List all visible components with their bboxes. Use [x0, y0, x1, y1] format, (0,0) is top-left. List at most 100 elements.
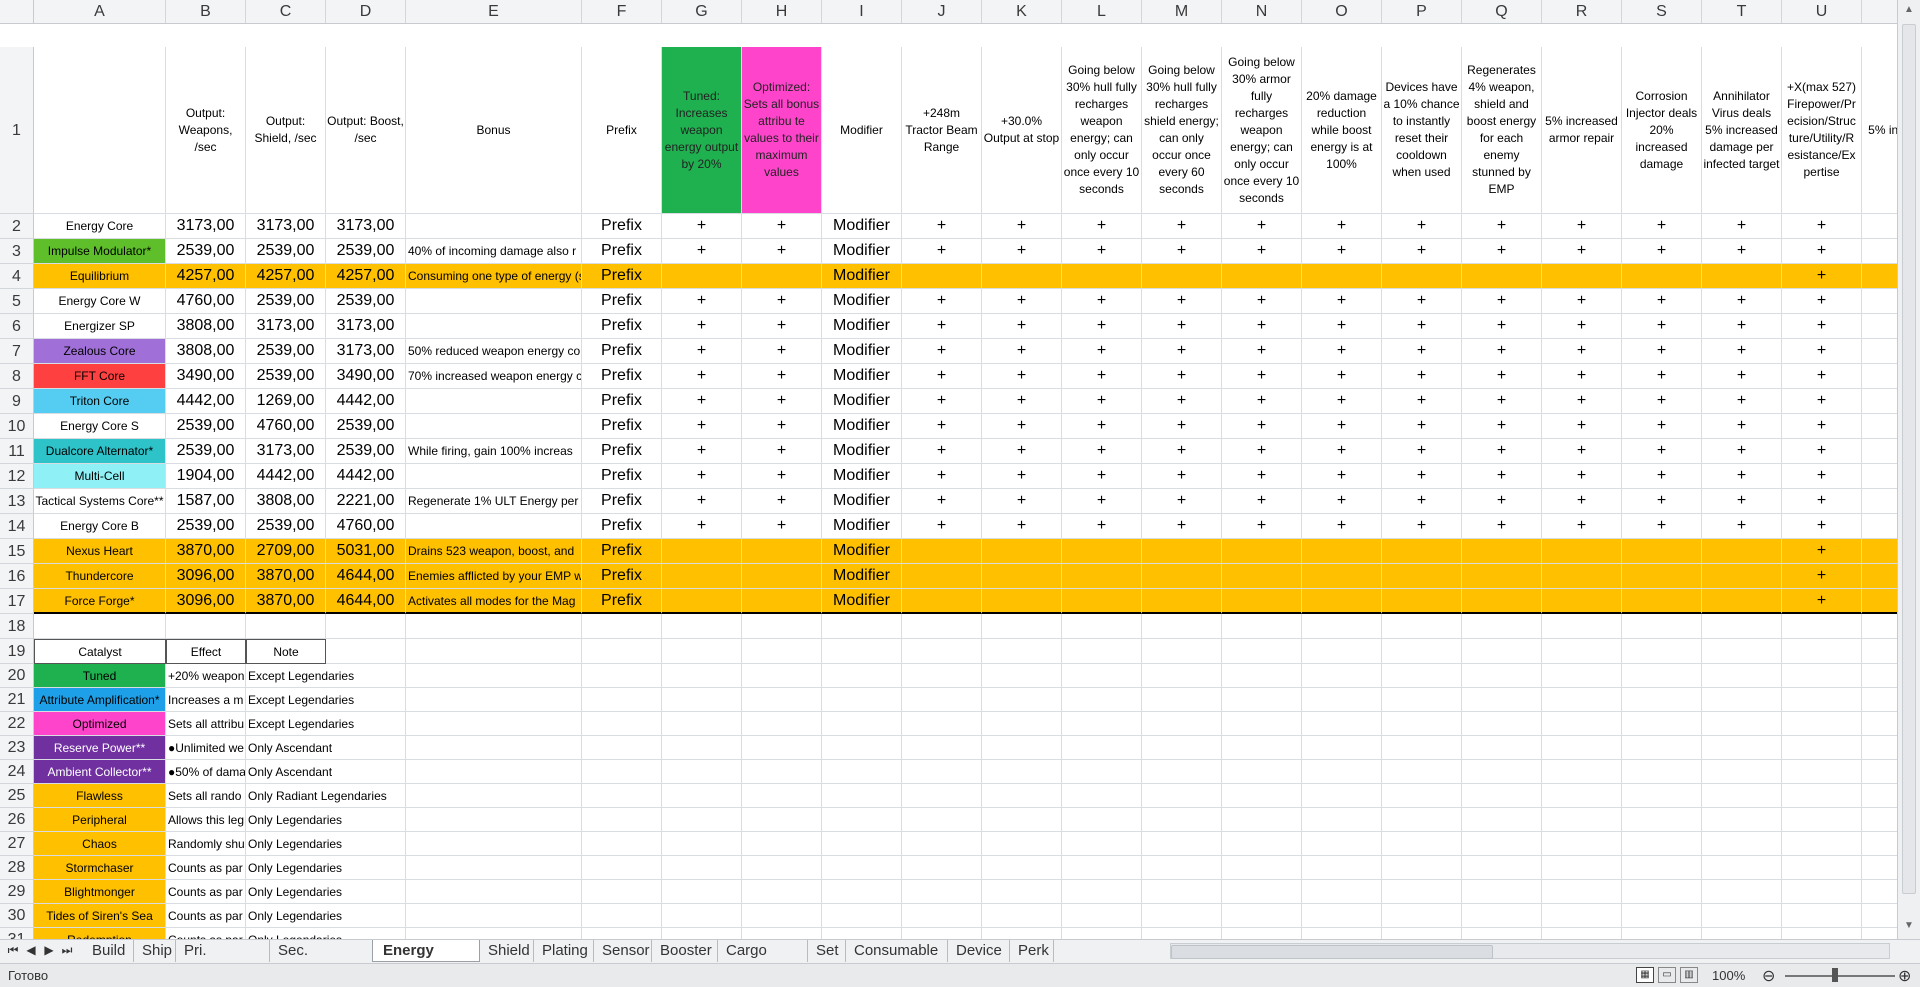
plus-cell[interactable]	[1222, 589, 1302, 614]
plus-cell[interactable]: +	[1382, 439, 1462, 464]
plus-cell[interactable]	[1542, 264, 1622, 289]
empty-cell[interactable]	[1782, 712, 1862, 736]
plus-cell[interactable]: +	[1782, 314, 1862, 339]
plus-cell[interactable]: +	[1382, 314, 1462, 339]
column-header-f[interactable]: F	[582, 0, 662, 23]
boost-output[interactable]: 2539,00	[326, 439, 406, 464]
shield-output[interactable]: 1269,00	[246, 389, 326, 414]
plus-cell[interactable]	[742, 564, 822, 589]
column-header-s[interactable]: S	[1622, 0, 1702, 23]
plus-cell[interactable]	[1862, 364, 1897, 389]
plus-cell[interactable]: +	[1702, 214, 1782, 239]
empty-cell[interactable]	[1782, 760, 1862, 784]
plus-cell[interactable]: +	[1142, 339, 1222, 364]
plus-cell[interactable]: +	[1062, 414, 1142, 439]
boost-output[interactable]: 2539,00	[326, 239, 406, 264]
plus-cell[interactable]: +	[1142, 289, 1222, 314]
empty-cell[interactable]	[1702, 856, 1782, 880]
plus-cell[interactable]	[1142, 539, 1222, 564]
empty-cell[interactable]	[982, 904, 1062, 928]
empty-cell[interactable]	[1622, 760, 1702, 784]
plus-cell[interactable]: +	[1622, 439, 1702, 464]
spreadsheet-grid[interactable]: 1 2 3 4 5 6 7 8 9 10 11 12 13 14 15 16 17 18 19 20 21 22 23 24 2…	[0, 23, 1897, 939]
empty-cell[interactable]	[1542, 639, 1622, 664]
catalyst-name[interactable]: Attribute Amplification*	[34, 688, 166, 712]
empty-cell[interactable]	[1782, 928, 1862, 939]
empty-cell[interactable]	[1382, 614, 1462, 639]
empty-cell[interactable]	[1782, 614, 1862, 639]
next-sheet-icon[interactable]: ▶	[42, 943, 56, 957]
empty-cell[interactable]	[822, 639, 902, 664]
sheet-tab-plating[interactable]: Plating	[532, 940, 594, 962]
plus-cell[interactable]: +	[1542, 239, 1622, 264]
energy-core-name[interactable]: Energy Core W	[34, 289, 166, 314]
plus-cell[interactable]: +	[1222, 214, 1302, 239]
row-header-1[interactable]: 1	[0, 47, 34, 214]
catalyst-effect[interactable]: Counts as par	[166, 880, 246, 904]
row-header-8[interactable]: 8	[0, 364, 34, 389]
sheet-tab-cargo-unit[interactable]: Cargo Unit	[716, 940, 808, 981]
empty-cell[interactable]	[1622, 639, 1702, 664]
energy-core-name[interactable]: Triton Core	[34, 389, 166, 414]
catalyst-name[interactable]: Flawless	[34, 784, 166, 808]
plus-cell[interactable]	[902, 539, 982, 564]
plus-cell[interactable]	[1862, 239, 1897, 264]
empty-cell[interactable]	[1142, 832, 1222, 856]
plus-cell[interactable]: +	[662, 214, 742, 239]
prefix-cell[interactable]: Prefix	[582, 489, 662, 514]
plus-cell[interactable]	[1622, 264, 1702, 289]
prefix-cell[interactable]: Prefix	[582, 389, 662, 414]
plus-cell[interactable]	[1542, 564, 1622, 589]
empty-cell[interactable]	[1222, 856, 1302, 880]
empty-cell[interactable]	[742, 880, 822, 904]
shield-output[interactable]: 3870,00	[246, 564, 326, 589]
empty-cell[interactable]	[582, 688, 662, 712]
empty-cell[interactable]	[1382, 832, 1462, 856]
plus-cell[interactable]: +	[1382, 239, 1462, 264]
plus-cell[interactable]: +	[1302, 289, 1382, 314]
plus-cell[interactable]: +	[1782, 539, 1862, 564]
plus-cell[interactable]: +	[1622, 314, 1702, 339]
empty-cell[interactable]	[1542, 712, 1622, 736]
modifier-cell[interactable]: Modifier	[822, 339, 902, 364]
empty-cell[interactable]	[982, 928, 1062, 939]
plus-cell[interactable]: +	[1782, 289, 1862, 314]
plus-cell[interactable]: +	[1062, 364, 1142, 389]
empty-cell[interactable]	[1862, 688, 1897, 712]
empty-cell[interactable]	[1542, 688, 1622, 712]
empty-cell[interactable]	[1142, 760, 1222, 784]
empty-cell[interactable]	[1382, 712, 1462, 736]
empty-cell[interactable]	[1462, 736, 1542, 760]
header-n[interactable]: Going below 30% armor fully recharges we…	[1222, 47, 1302, 214]
empty-cell[interactable]	[1462, 856, 1542, 880]
empty-cell[interactable]	[1622, 664, 1702, 688]
plus-cell[interactable]: +	[1222, 489, 1302, 514]
plus-cell[interactable]: +	[1702, 514, 1782, 539]
plus-cell[interactable]: +	[1222, 414, 1302, 439]
empty-cell[interactable]	[1222, 688, 1302, 712]
empty-cell[interactable]	[1702, 664, 1782, 688]
catalyst-name[interactable]: Peripheral	[34, 808, 166, 832]
vertical-scroll-thumb[interactable]	[1902, 24, 1916, 894]
bonus-text[interactable]	[406, 514, 582, 539]
sheet-tab-shield[interactable]: Shield	[478, 940, 534, 962]
empty-cell[interactable]	[326, 639, 406, 664]
plus-cell[interactable]: +	[742, 514, 822, 539]
empty-cell[interactable]	[662, 688, 742, 712]
plus-cell[interactable]: +	[1782, 264, 1862, 289]
empty-cell[interactable]	[406, 688, 582, 712]
plus-cell[interactable]	[1862, 339, 1897, 364]
row-header-7[interactable]: 7	[0, 339, 34, 364]
empty-cell[interactable]	[582, 614, 662, 639]
plus-cell[interactable]: +	[1222, 389, 1302, 414]
empty-cell[interactable]	[822, 688, 902, 712]
header-b[interactable]: Output: Weapons, /sec	[166, 47, 246, 214]
plus-cell[interactable]: +	[1462, 489, 1542, 514]
column-header-d[interactable]: D	[326, 0, 406, 23]
plus-cell[interactable]: +	[902, 339, 982, 364]
prefix-cell[interactable]: Prefix	[582, 239, 662, 264]
catalyst-note[interactable]: Except Legendaries	[246, 712, 354, 736]
empty-cell[interactable]	[822, 614, 902, 639]
empty-cell[interactable]	[902, 832, 982, 856]
catalyst-effect[interactable]: ●50% of dama	[166, 760, 246, 784]
